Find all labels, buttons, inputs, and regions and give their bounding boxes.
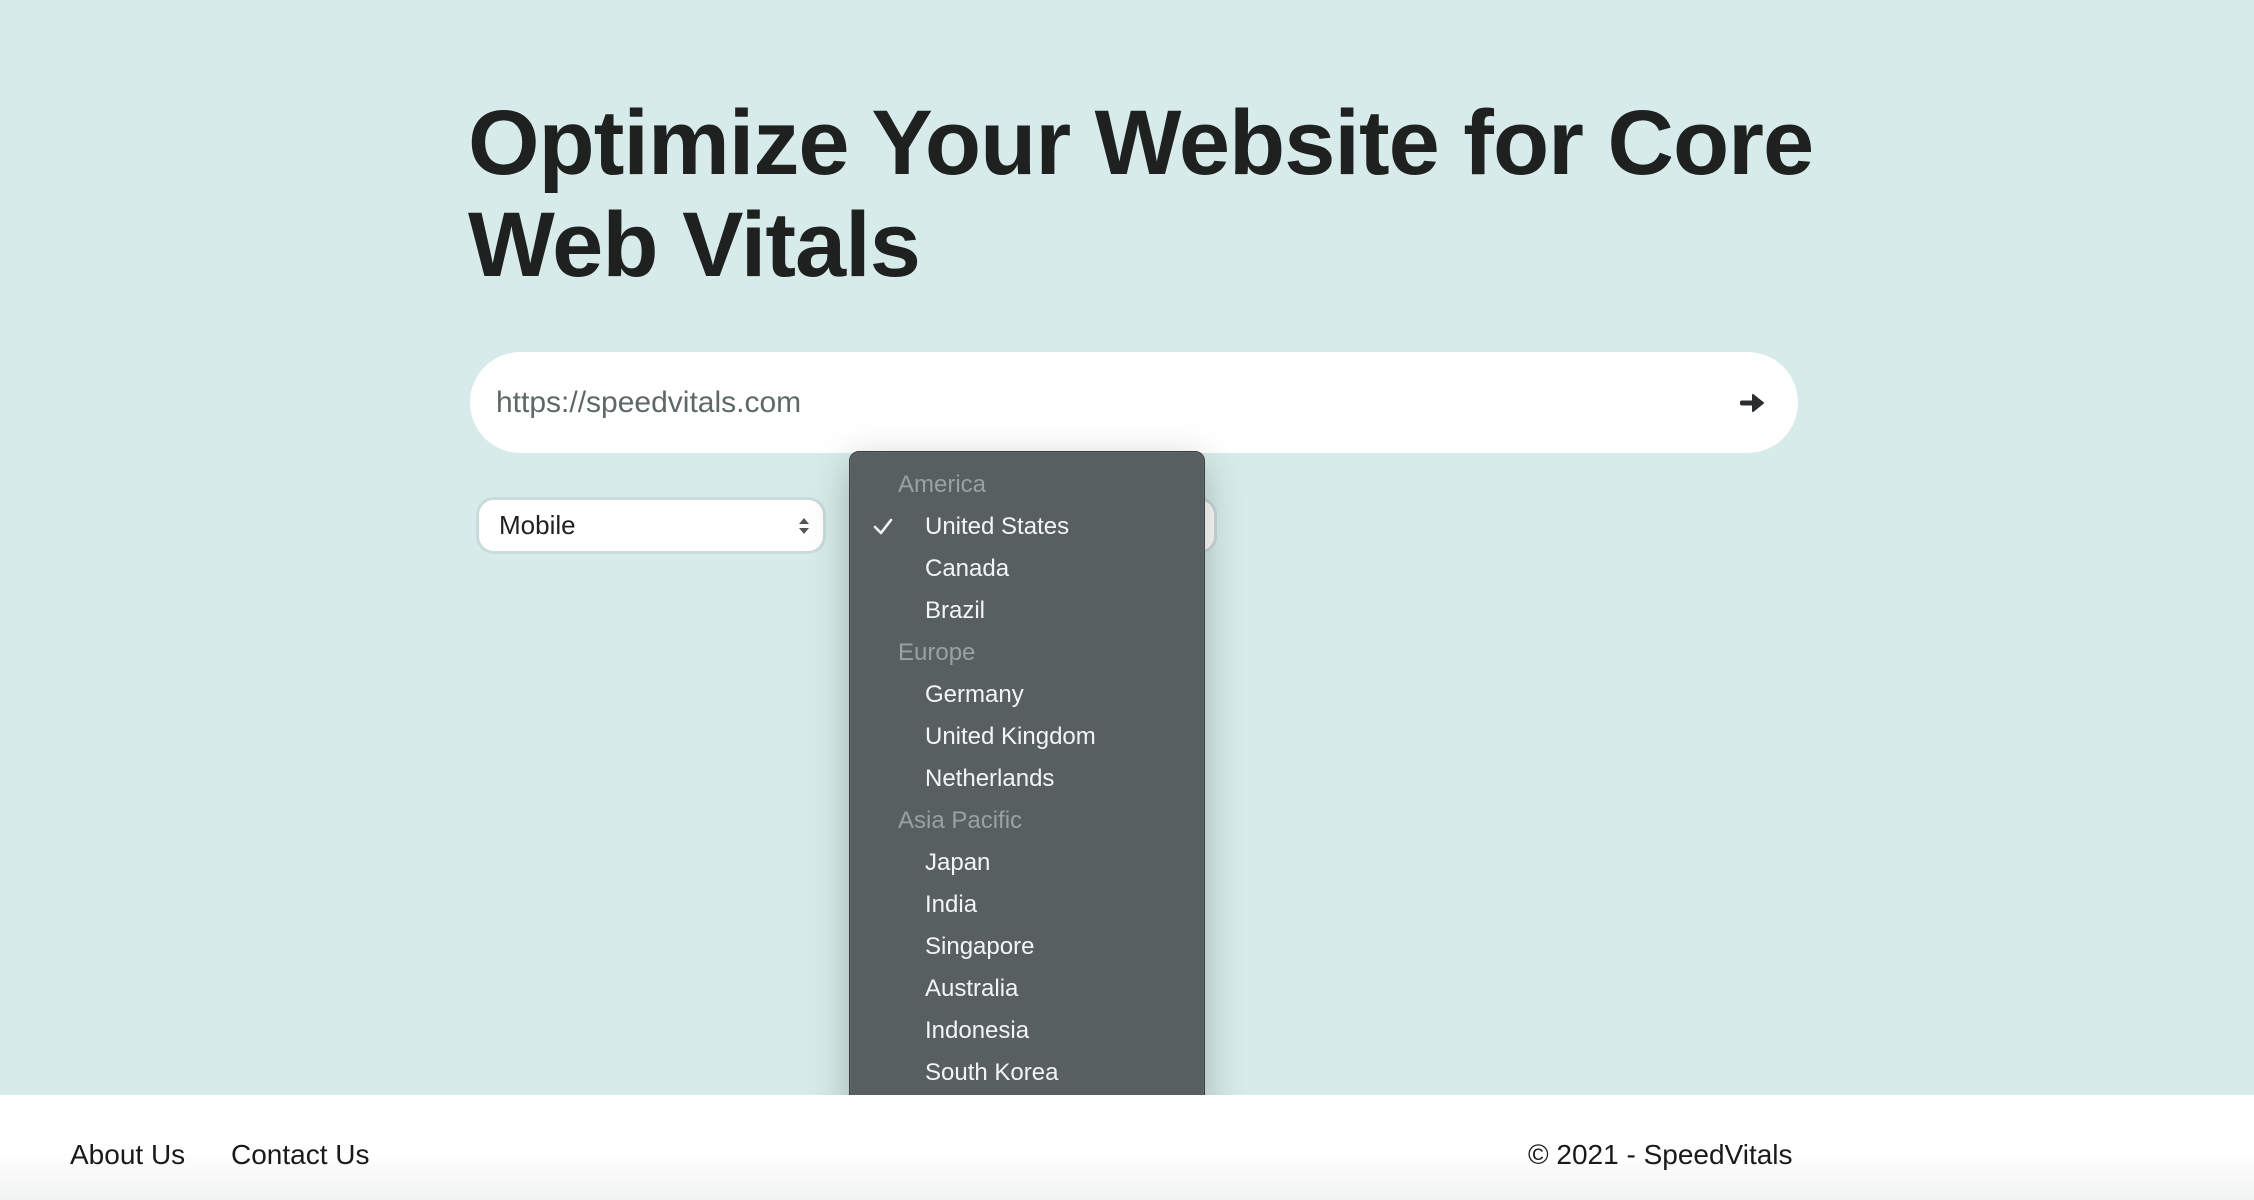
option-germany[interactable]: Germany <box>850 674 1204 716</box>
option-group-label: Europe <box>898 639 976 666</box>
option-united-states[interactable]: United States <box>850 506 1204 548</box>
checkmark-icon <box>868 506 898 548</box>
footer: About Us Contact Us © 2021 - SpeedVitals <box>0 1095 2254 1200</box>
option-brazil[interactable]: Brazil <box>850 590 1204 632</box>
device-select-value: Mobile <box>499 510 576 540</box>
option-united-kingdom[interactable]: United Kingdom <box>850 716 1204 758</box>
about-us-link[interactable]: About Us <box>70 1139 185 1171</box>
option-indonesia[interactable]: Indonesia <box>850 1010 1204 1052</box>
contact-us-link[interactable]: Contact Us <box>231 1139 370 1171</box>
option-south-korea[interactable]: South Korea <box>850 1052 1204 1094</box>
option-japan[interactable]: Japan <box>850 842 1204 884</box>
submit-button[interactable] <box>1730 380 1776 426</box>
arrow-right-icon <box>1740 394 1764 412</box>
option-india[interactable]: India <box>850 884 1204 926</box>
location-dropdown-menu: America United States Canada Brazil Euro… <box>849 451 1205 1143</box>
device-select[interactable]: Mobile <box>476 497 826 554</box>
option-singapore[interactable]: Singapore <box>850 926 1204 968</box>
url-input[interactable] <box>496 352 1696 453</box>
up-down-arrows-icon <box>799 517 809 534</box>
option-australia[interactable]: Australia <box>850 968 1204 1010</box>
copyright-text: © 2021 - SpeedVitals <box>1528 1139 1793 1170</box>
option-canada[interactable]: Canada <box>850 548 1204 590</box>
option-group-label: America <box>898 471 987 498</box>
option-netherlands[interactable]: Netherlands <box>850 758 1204 800</box>
url-form <box>470 352 1798 453</box>
option-group-label: Asia Pacific <box>898 807 1023 834</box>
page-title: Optimize Your Website for Core Web Vital… <box>468 92 1814 296</box>
